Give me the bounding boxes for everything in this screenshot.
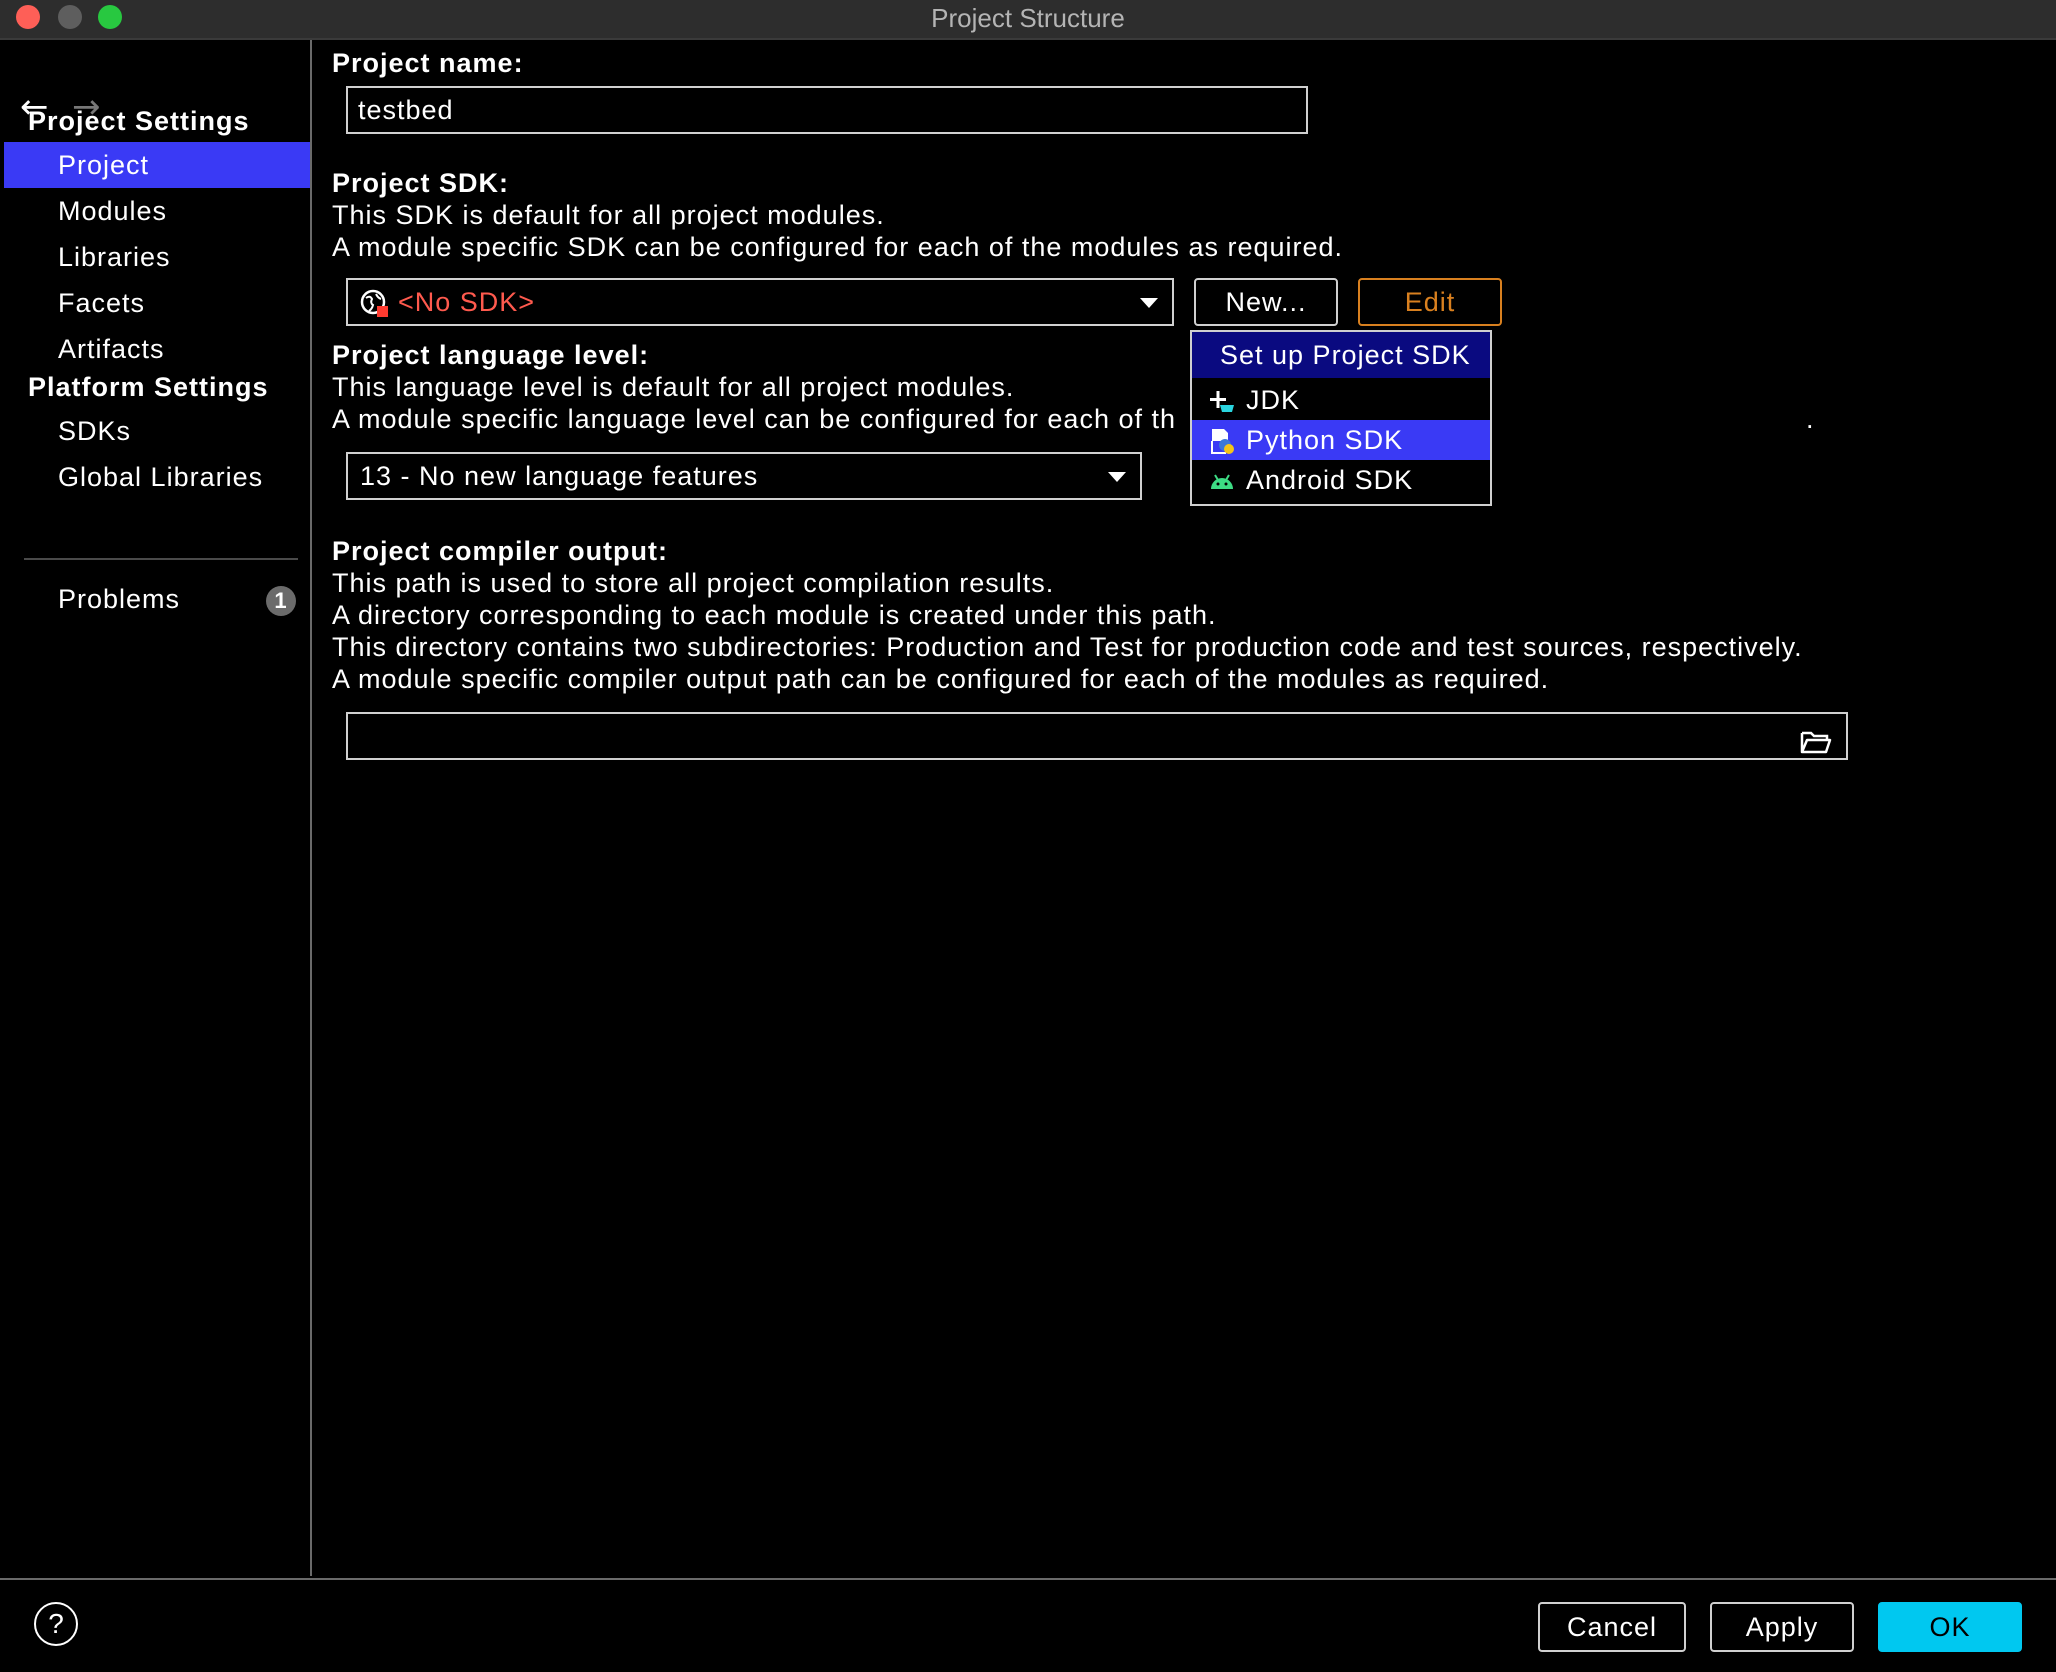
- language-level-desc-2-tail: .: [1806, 404, 1815, 434]
- sidebar-item-libraries[interactable]: Libraries: [4, 234, 310, 280]
- sidebar-item-problems[interactable]: Problems 1: [4, 576, 310, 622]
- compiler-output-desc-2: A directory corresponding to each module…: [332, 600, 1217, 630]
- project-structure-window: Project Structure ← → Project Settings P…: [0, 0, 2056, 1672]
- sidebar: ← → Project Settings Project Modules Lib…: [4, 40, 312, 1576]
- project-name-input[interactable]: testbed: [346, 86, 1308, 134]
- sidebar-item-facets[interactable]: Facets: [4, 280, 310, 326]
- language-level-selected: 13 - No new language features: [360, 461, 759, 491]
- problems-count-badge: 1: [266, 586, 296, 616]
- title-bar: Project Structure: [0, 0, 2056, 40]
- sidebar-item-label: Artifacts: [58, 334, 165, 364]
- android-icon: [1208, 466, 1236, 494]
- globe-error-icon: [360, 288, 390, 318]
- sidebar-item-label: Facets: [58, 288, 146, 318]
- sidebar-item-modules[interactable]: Modules: [4, 188, 310, 234]
- section-header-platform-settings: Platform Settings: [28, 372, 269, 402]
- new-sdk-button[interactable]: New...: [1194, 278, 1338, 326]
- sidebar-item-label: Modules: [58, 196, 168, 226]
- sidebar-item-label: Problems: [58, 584, 181, 614]
- popup-item-label: JDK: [1246, 385, 1301, 415]
- language-level-desc-1: This language level is default for all p…: [332, 372, 1015, 402]
- dialog-footer: ? Cancel Apply OK: [0, 1578, 2056, 1672]
- compiler-output-input[interactable]: [346, 712, 1848, 760]
- sidebar-divider: [24, 558, 298, 560]
- sidebar-item-label: Project: [58, 150, 150, 180]
- help-button[interactable]: ?: [34, 1602, 78, 1646]
- compiler-output-desc-1: This path is used to store all project c…: [332, 568, 1055, 598]
- project-sdk-desc-2: A module specific SDK can be configured …: [332, 232, 1344, 262]
- popup-header: Set up Project SDK: [1192, 332, 1490, 378]
- chevron-down-icon: [1140, 298, 1158, 308]
- compiler-output-desc-4: A module specific compiler output path c…: [332, 664, 1550, 694]
- sidebar-item-label: SDKs: [58, 416, 132, 446]
- python-icon: [1208, 426, 1236, 454]
- popup-item-label: Android SDK: [1246, 465, 1414, 495]
- main-panel: Project name: testbed Project SDK: This …: [312, 40, 2052, 1576]
- compiler-output-desc-3: This directory contains two subdirectori…: [332, 632, 1803, 662]
- popup-item-python-sdk[interactable]: Python SDK: [1192, 420, 1490, 460]
- sidebar-item-global-libraries[interactable]: Global Libraries: [4, 454, 310, 500]
- sidebar-item-sdks[interactable]: SDKs: [4, 408, 310, 454]
- sidebar-item-project[interactable]: Project: [4, 142, 310, 188]
- popup-item-jdk[interactable]: JDK: [1192, 380, 1490, 420]
- project-sdk-dropdown[interactable]: <No SDK>: [346, 278, 1174, 326]
- chevron-down-icon: [1108, 472, 1126, 482]
- setup-sdk-popup: Set up Project SDK JDK Python SDK Androi…: [1190, 330, 1492, 506]
- apply-button[interactable]: Apply: [1710, 1602, 1854, 1652]
- jdk-add-icon: [1208, 386, 1236, 414]
- project-sdk-selected: <No SDK>: [398, 287, 536, 317]
- edit-sdk-button[interactable]: Edit: [1358, 278, 1502, 326]
- popup-item-android-sdk[interactable]: Android SDK: [1192, 460, 1490, 500]
- sidebar-item-artifacts[interactable]: Artifacts: [4, 326, 310, 372]
- project-sdk-label: Project SDK:: [332, 168, 510, 198]
- sidebar-item-label: Global Libraries: [58, 462, 264, 492]
- cancel-button[interactable]: Cancel: [1538, 1602, 1686, 1652]
- window-title: Project Structure: [931, 3, 1125, 33]
- section-header-project-settings: Project Settings: [28, 106, 250, 136]
- project-sdk-desc-1: This SDK is default for all project modu…: [332, 200, 885, 230]
- sidebar-item-label: Libraries: [58, 242, 171, 272]
- compiler-output-label: Project compiler output:: [332, 536, 669, 566]
- language-level-label: Project language level:: [332, 340, 650, 370]
- project-name-label: Project name:: [332, 48, 524, 78]
- ok-button[interactable]: OK: [1878, 1602, 2022, 1652]
- popup-item-label: Python SDK: [1246, 425, 1404, 455]
- language-level-desc-2: A module specific language level can be …: [332, 404, 1177, 434]
- language-level-dropdown[interactable]: 13 - No new language features: [346, 452, 1142, 500]
- folder-open-icon[interactable]: [1800, 724, 1832, 754]
- project-name-value: testbed: [358, 95, 454, 125]
